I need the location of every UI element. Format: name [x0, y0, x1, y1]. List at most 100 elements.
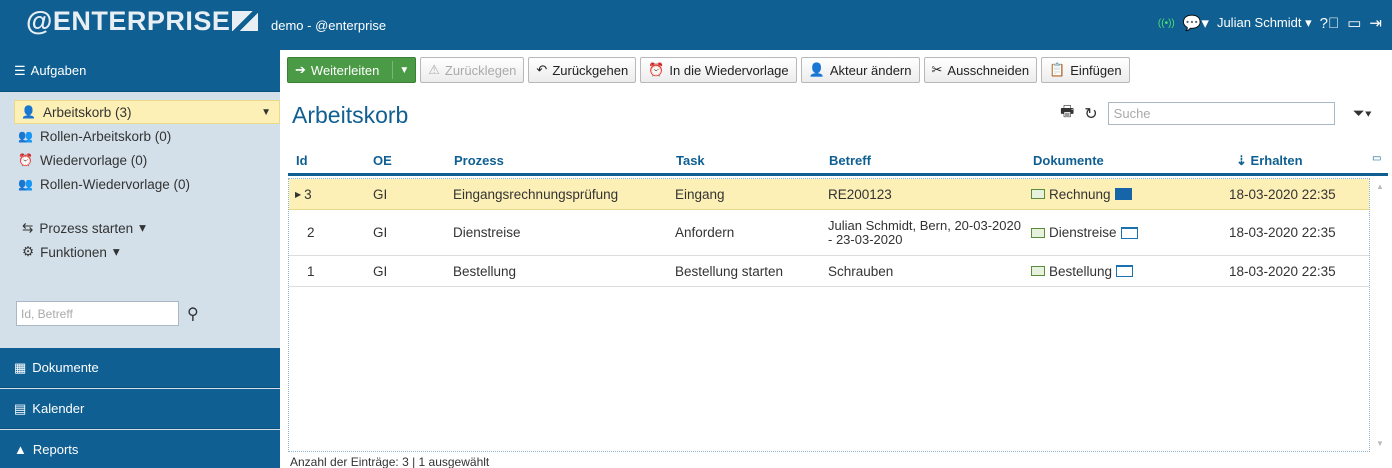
- search-input[interactable]: [1107, 102, 1335, 125]
- logout-icon[interactable]: ⇥: [1369, 14, 1382, 32]
- reply-icon: ↶: [536, 62, 548, 77]
- sidebar-item-wiedervorlage[interactable]: ⏰ Wiedervorlage (0): [0, 148, 280, 172]
- forward-button[interactable]: ➔ Weiterleiten ▼: [287, 57, 417, 83]
- user-icon: 👤: [21, 105, 36, 119]
- row-prozess: Eingangsrechnungsprüfung: [453, 186, 619, 202]
- list-icon: ☰: [14, 62, 26, 78]
- goback-label: Zurückgehen: [552, 62, 629, 78]
- resubmit-label: In die Wiedervorlage: [669, 62, 789, 78]
- row-prozess: Dienstreise: [453, 225, 521, 240]
- cut-button[interactable]: ✂ Ausschneiden: [923, 57, 1038, 83]
- scissors-icon: ✂: [931, 62, 943, 77]
- start-process-menu[interactable]: ⇆ Prozess starten ▾: [0, 216, 280, 240]
- calendar-icon: ▤: [14, 400, 27, 416]
- caret-down-icon[interactable]: ▼: [392, 61, 409, 79]
- sort-desc-icon: ⇣: [1236, 153, 1247, 168]
- folder-open-icon[interactable]: [1116, 265, 1134, 277]
- change-actor-label: Akteur ändern: [829, 62, 912, 78]
- user-menu[interactable]: Julian Schmidt ▾: [1217, 15, 1312, 31]
- folder-filled-icon[interactable]: [1114, 188, 1132, 200]
- nav-dokumente[interactable]: ▦ Dokumente: [0, 348, 280, 388]
- chart-icon: ▲: [14, 442, 27, 457]
- main-tools: 🖶 ↻ ⏷▾: [1060, 101, 1372, 126]
- column-header-betreff[interactable]: Betreff: [829, 153, 871, 168]
- resubmit-button[interactable]: ⏰ In die Wiedervorlage: [640, 57, 797, 83]
- page-title: Arbeitskorb: [292, 102, 409, 128]
- forward-label: Weiterleiten: [310, 62, 380, 78]
- task-list: 👤 Arbeitskorb (3) ▼ 👥 Rollen-Arbeitskorb…: [0, 92, 280, 264]
- sidebar-search: ⚲: [16, 301, 199, 326]
- nav-label: Kalender: [32, 401, 85, 416]
- row-dokument[interactable]: Bestellung: [1031, 256, 1134, 286]
- table-header: Id OE Prozess Task Betreff Dokumente ⇣ E…: [288, 148, 1388, 176]
- scroll-up-icon[interactable]: ▲: [1376, 182, 1384, 191]
- sidebar-item-rollen-arbeitskorb[interactable]: 👥 Rollen-Arbeitskorb (0): [0, 124, 280, 148]
- sidebar-item-label: Rollen-Arbeitskorb (0): [40, 128, 172, 144]
- column-chooser-icon[interactable]: ▭: [1372, 153, 1381, 164]
- change-actor-button[interactable]: 👤 Akteur ändern: [800, 57, 920, 83]
- nav-label: Dokumente: [32, 360, 99, 375]
- row-erhalten: 18-03-2020 22:35: [1229, 186, 1336, 202]
- column-header-erhalten[interactable]: ⇣ Erhalten: [1236, 153, 1303, 169]
- search-icon[interactable]: ⚲: [187, 304, 199, 324]
- top-bar: @ENTERPRISE demo - @enterprise ((•)) 💬▾ …: [0, 0, 1392, 50]
- nav-kalender[interactable]: ▤ Kalender: [0, 389, 280, 429]
- vertical-scrollbar[interactable]: ▲ ▼: [1373, 178, 1387, 452]
- column-header-task[interactable]: Task: [676, 153, 705, 168]
- caret-down-icon[interactable]: ▼: [261, 107, 271, 118]
- help-icon[interactable]: ?⃝: [1320, 15, 1340, 32]
- folder-open-icon[interactable]: [1120, 226, 1138, 239]
- user-name: Julian Schmidt: [1216, 15, 1302, 30]
- column-header-id[interactable]: Id: [296, 153, 308, 168]
- print-icon[interactable]: 🖶: [1060, 101, 1074, 126]
- putback-button[interactable]: ⚠ Zurücklegen: [420, 57, 525, 83]
- sidebar-item-rollen-wiedervorlage[interactable]: 👥 Rollen-Wiedervorlage (0): [0, 172, 280, 196]
- sidebar-item-arbeitskorb[interactable]: 👤 Arbeitskorb (3) ▼: [14, 100, 280, 124]
- row-dokument[interactable]: Rechnung: [1031, 179, 1132, 209]
- chat-icon[interactable]: 💬▾: [1183, 14, 1209, 32]
- column-header-prozess[interactable]: Prozess: [454, 153, 504, 168]
- goback-button[interactable]: ↶ Zurückgehen: [528, 57, 637, 83]
- monitor-icon[interactable]: ▭: [1347, 14, 1361, 32]
- functions-label: Funktionen: [40, 244, 107, 260]
- row-pointer-icon: ▶: [295, 189, 302, 199]
- scroll-down-icon[interactable]: ▼: [1376, 439, 1384, 448]
- functions-menu[interactable]: ⚙ Funktionen ▾: [0, 240, 280, 264]
- table-footer: Anzahl der Einträge: 3 | 1 ausgewählt: [290, 455, 490, 468]
- sidebar-section-tasks[interactable]: ☰ Aufgaben: [0, 50, 280, 92]
- document-link[interactable]: Dienstreise: [1049, 225, 1117, 240]
- column-header-label: Erhalten: [1250, 153, 1303, 168]
- document-icon: [1031, 266, 1045, 276]
- row-betreff: RE200123: [828, 186, 892, 202]
- sidebar-search-input[interactable]: [16, 301, 179, 326]
- table-row[interactable]: 2 GI Dienstreise Anfordern Julian Schmid…: [289, 210, 1369, 256]
- row-id: 1: [307, 263, 315, 279]
- putback-label: Zurücklegen: [444, 62, 517, 78]
- document-link[interactable]: Bestellung: [1049, 264, 1112, 279]
- row-oe: GI: [373, 186, 388, 202]
- connection-status-icon: ((•)): [1157, 17, 1175, 29]
- column-header-oe[interactable]: OE: [373, 153, 392, 168]
- app-logo[interactable]: @ENTERPRISE: [26, 6, 259, 37]
- row-prozess: Bestellung: [453, 263, 517, 279]
- nav-reports[interactable]: ▲ Reports: [0, 430, 280, 468]
- row-task: Bestellung starten: [675, 263, 784, 279]
- column-header-dokumente[interactable]: Dokumente: [1033, 153, 1104, 168]
- sidebar-item-label: Wiedervorlage (0): [40, 152, 148, 168]
- row-betreff: Schrauben: [828, 263, 894, 279]
- users-icon: 👥: [18, 177, 33, 191]
- caret-down-icon: ▾: [139, 220, 146, 235]
- sidebar-section-title: Aufgaben: [30, 63, 87, 78]
- row-dokument[interactable]: Dienstreise: [1031, 210, 1138, 255]
- table-row[interactable]: 1 GI Bestellung Bestellung starten Schra…: [289, 256, 1369, 287]
- refresh-icon[interactable]: ↻: [1084, 104, 1097, 124]
- row-task: Anfordern: [675, 225, 735, 240]
- process-icon: ⇆: [22, 220, 34, 235]
- paste-button[interactable]: 📋 Einfügen: [1041, 57, 1130, 83]
- sidebar-item-label: Arbeitskorb (3): [43, 104, 132, 120]
- table-row[interactable]: ▶ 3 GI Eingangsrechnungsprüfung Eingang R…: [289, 179, 1369, 210]
- row-id-cell: ▶ 3: [295, 179, 312, 209]
- document-link[interactable]: Rechnung: [1049, 187, 1111, 202]
- sidebar: ☰ Aufgaben 👤 Arbeitskorb (3) ▼ 👥 Rollen-…: [0, 50, 280, 468]
- filter-icon[interactable]: ⏷▾: [1353, 105, 1372, 122]
